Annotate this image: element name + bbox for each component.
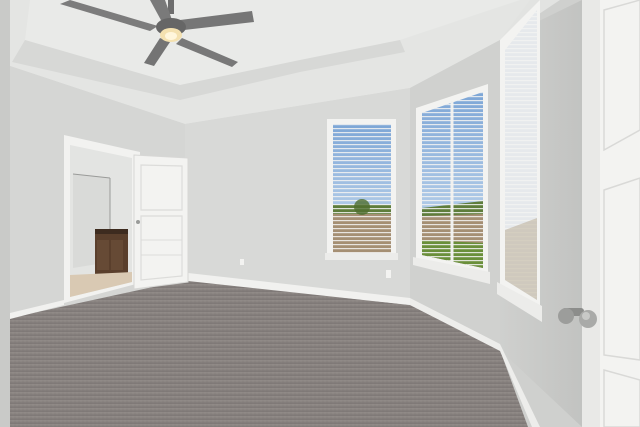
- near-door[interactable]: [582, 0, 640, 427]
- open-door[interactable]: [133, 154, 189, 290]
- window-right: [413, 84, 490, 284]
- bathroom-doorway: [64, 135, 140, 303]
- room-illustration: [0, 0, 640, 427]
- window-near-right: [497, 0, 542, 322]
- door-handle-icon[interactable]: [136, 220, 140, 224]
- wall-outlet: [386, 270, 391, 278]
- bedroom-photo: [0, 0, 640, 427]
- window-back: [325, 119, 398, 260]
- wall-outlet: [240, 259, 244, 265]
- window-blinds[interactable]: [333, 124, 391, 253]
- window-blinds-right[interactable]: [422, 92, 483, 268]
- left-edge-wall: [0, 0, 10, 427]
